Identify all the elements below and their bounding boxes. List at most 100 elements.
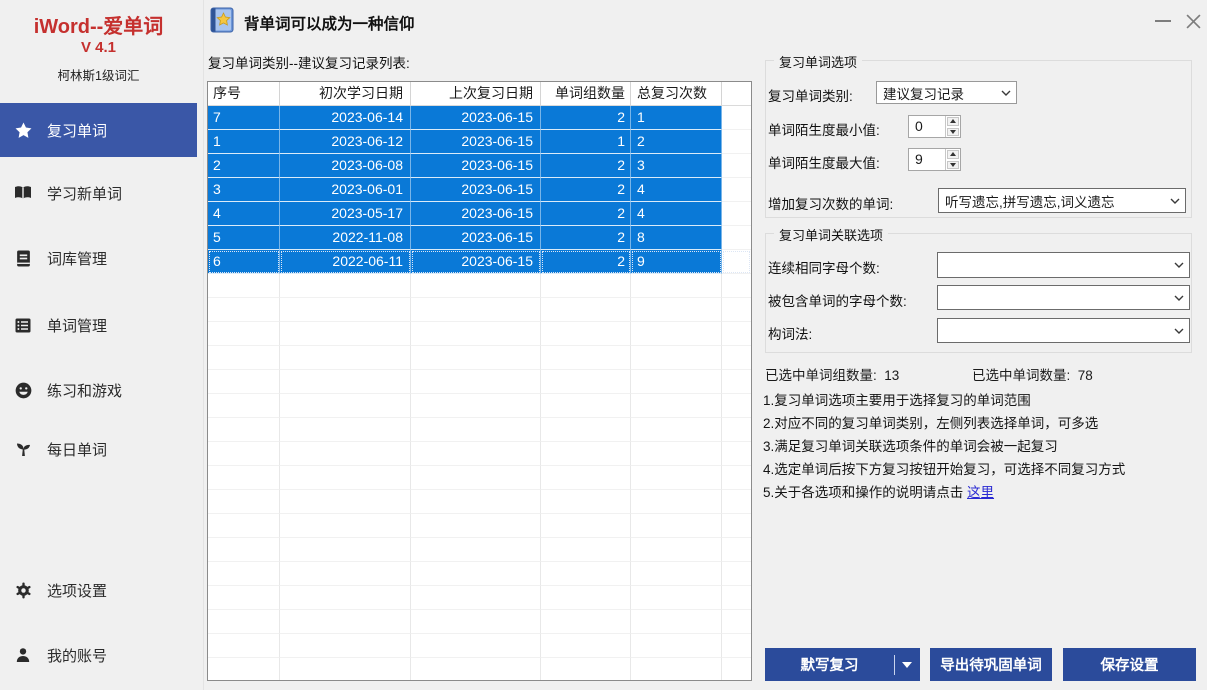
table-cell[interactable] — [631, 370, 722, 394]
table-row[interactable] — [208, 538, 751, 562]
table-cell[interactable] — [280, 274, 411, 298]
table-cell[interactable]: 1 — [631, 106, 722, 130]
table-cell[interactable]: 1 — [208, 130, 280, 154]
table-cell[interactable] — [541, 562, 631, 586]
column-header[interactable]: 单词组数量 — [541, 82, 631, 106]
table-cell[interactable] — [631, 274, 722, 298]
table-cell[interactable] — [208, 562, 280, 586]
table-cell[interactable] — [208, 370, 280, 394]
table-cell[interactable] — [541, 634, 631, 658]
table-cell[interactable]: 1 — [541, 130, 631, 154]
table-cell[interactable] — [208, 394, 280, 418]
table-cell[interactable]: 2 — [541, 250, 631, 274]
table-cell[interactable] — [541, 394, 631, 418]
table-cell[interactable] — [411, 610, 541, 634]
column-header[interactable]: 总复习次数 — [631, 82, 722, 106]
table-cell[interactable]: 3 — [631, 154, 722, 178]
same-letters-combobox[interactable] — [937, 252, 1190, 278]
stepper-down-button[interactable] — [947, 128, 959, 137]
column-header[interactable]: 序号 — [208, 82, 280, 106]
table-cell[interactable] — [541, 274, 631, 298]
table-cell[interactable] — [280, 442, 411, 466]
table-cell[interactable]: 2023-06-15 — [411, 154, 541, 178]
table-cell[interactable]: 2 — [541, 178, 631, 202]
stepper-up-button[interactable] — [947, 150, 959, 159]
table-cell[interactable] — [631, 538, 722, 562]
table-row[interactable] — [208, 466, 751, 490]
table-cell[interactable]: 2023-06-15 — [411, 106, 541, 130]
table-cell[interactable] — [208, 298, 280, 322]
table-cell[interactable] — [280, 490, 411, 514]
table-cell[interactable] — [280, 466, 411, 490]
table-cell[interactable] — [631, 442, 722, 466]
table-row[interactable]: 22023-06-082023-06-1523 — [208, 154, 751, 178]
table-cell[interactable] — [541, 442, 631, 466]
table-cell[interactable]: 2023-06-12 — [280, 130, 411, 154]
sidebar-item-daily-word[interactable]: 每日单词 — [0, 427, 197, 471]
minimize-button[interactable] — [1150, 8, 1176, 34]
help-link[interactable]: 这里 — [967, 485, 994, 500]
table-cell[interactable] — [411, 490, 541, 514]
table-cell[interactable]: 4 — [631, 202, 722, 226]
table-cell[interactable]: 2 — [208, 154, 280, 178]
table-cell[interactable]: 2022-11-08 — [280, 226, 411, 250]
table-cell[interactable] — [631, 322, 722, 346]
sidebar-item-lexicon-management[interactable]: 词库管理 — [0, 236, 197, 280]
table-cell[interactable] — [208, 490, 280, 514]
table-cell[interactable] — [280, 394, 411, 418]
table-cell[interactable]: 2023-06-15 — [411, 226, 541, 250]
table-cell[interactable] — [280, 538, 411, 562]
table-cell[interactable] — [280, 562, 411, 586]
table-cell[interactable] — [631, 658, 722, 681]
table-row[interactable] — [208, 418, 751, 442]
table-row[interactable] — [208, 634, 751, 658]
table-cell[interactable] — [411, 586, 541, 610]
table-cell[interactable] — [631, 610, 722, 634]
table-cell[interactable] — [411, 418, 541, 442]
table-cell[interactable] — [208, 274, 280, 298]
table-cell[interactable] — [208, 538, 280, 562]
table-cell[interactable] — [541, 466, 631, 490]
table-cell[interactable] — [541, 322, 631, 346]
table-cell[interactable] — [631, 562, 722, 586]
table-cell[interactable] — [631, 418, 722, 442]
table-cell[interactable] — [208, 418, 280, 442]
table-cell[interactable] — [208, 442, 280, 466]
table-cell[interactable] — [411, 658, 541, 681]
save-settings-button[interactable]: 保存设置 — [1063, 648, 1196, 681]
table-row[interactable]: 12023-06-122023-06-1512 — [208, 130, 751, 154]
table-cell[interactable] — [280, 418, 411, 442]
table-cell[interactable] — [541, 610, 631, 634]
max-unfamiliarity-stepper[interactable]: 9 — [908, 148, 961, 171]
table-cell[interactable] — [280, 658, 411, 681]
table-row[interactable] — [208, 370, 751, 394]
table-cell[interactable]: 2023-06-01 — [280, 178, 411, 202]
table-cell[interactable] — [280, 514, 411, 538]
table-cell[interactable]: 2023-05-17 — [280, 202, 411, 226]
sidebar-item-practice-games[interactable]: 练习和游戏 — [0, 368, 197, 412]
table-row[interactable] — [208, 394, 751, 418]
table-row[interactable] — [208, 442, 751, 466]
table-cell[interactable] — [541, 658, 631, 681]
min-unfamiliarity-stepper[interactable]: 0 — [908, 115, 961, 138]
table-cell[interactable]: 2023-06-14 — [280, 106, 411, 130]
table-cell[interactable] — [411, 562, 541, 586]
table-cell[interactable] — [280, 586, 411, 610]
table-cell[interactable] — [280, 322, 411, 346]
table-cell[interactable] — [280, 634, 411, 658]
table-row[interactable]: 72023-06-142023-06-1521 — [208, 106, 751, 130]
close-button[interactable] — [1180, 8, 1206, 34]
table-cell[interactable] — [208, 346, 280, 370]
column-header[interactable]: 初次学习日期 — [280, 82, 411, 106]
stepper-up-button[interactable] — [947, 117, 959, 126]
table-cell[interactable]: 5 — [208, 226, 280, 250]
table-row[interactable] — [208, 586, 751, 610]
stepper-down-button[interactable] — [947, 161, 959, 170]
table-cell[interactable] — [208, 322, 280, 346]
sidebar-item-options[interactable]: 选项设置 — [0, 568, 197, 612]
table-row[interactable] — [208, 658, 751, 681]
sidebar-item-review-words[interactable]: 复习单词 — [0, 103, 197, 157]
column-header[interactable]: 上次复习日期 — [411, 82, 541, 106]
table-cell[interactable] — [208, 658, 280, 681]
table-cell[interactable] — [411, 322, 541, 346]
